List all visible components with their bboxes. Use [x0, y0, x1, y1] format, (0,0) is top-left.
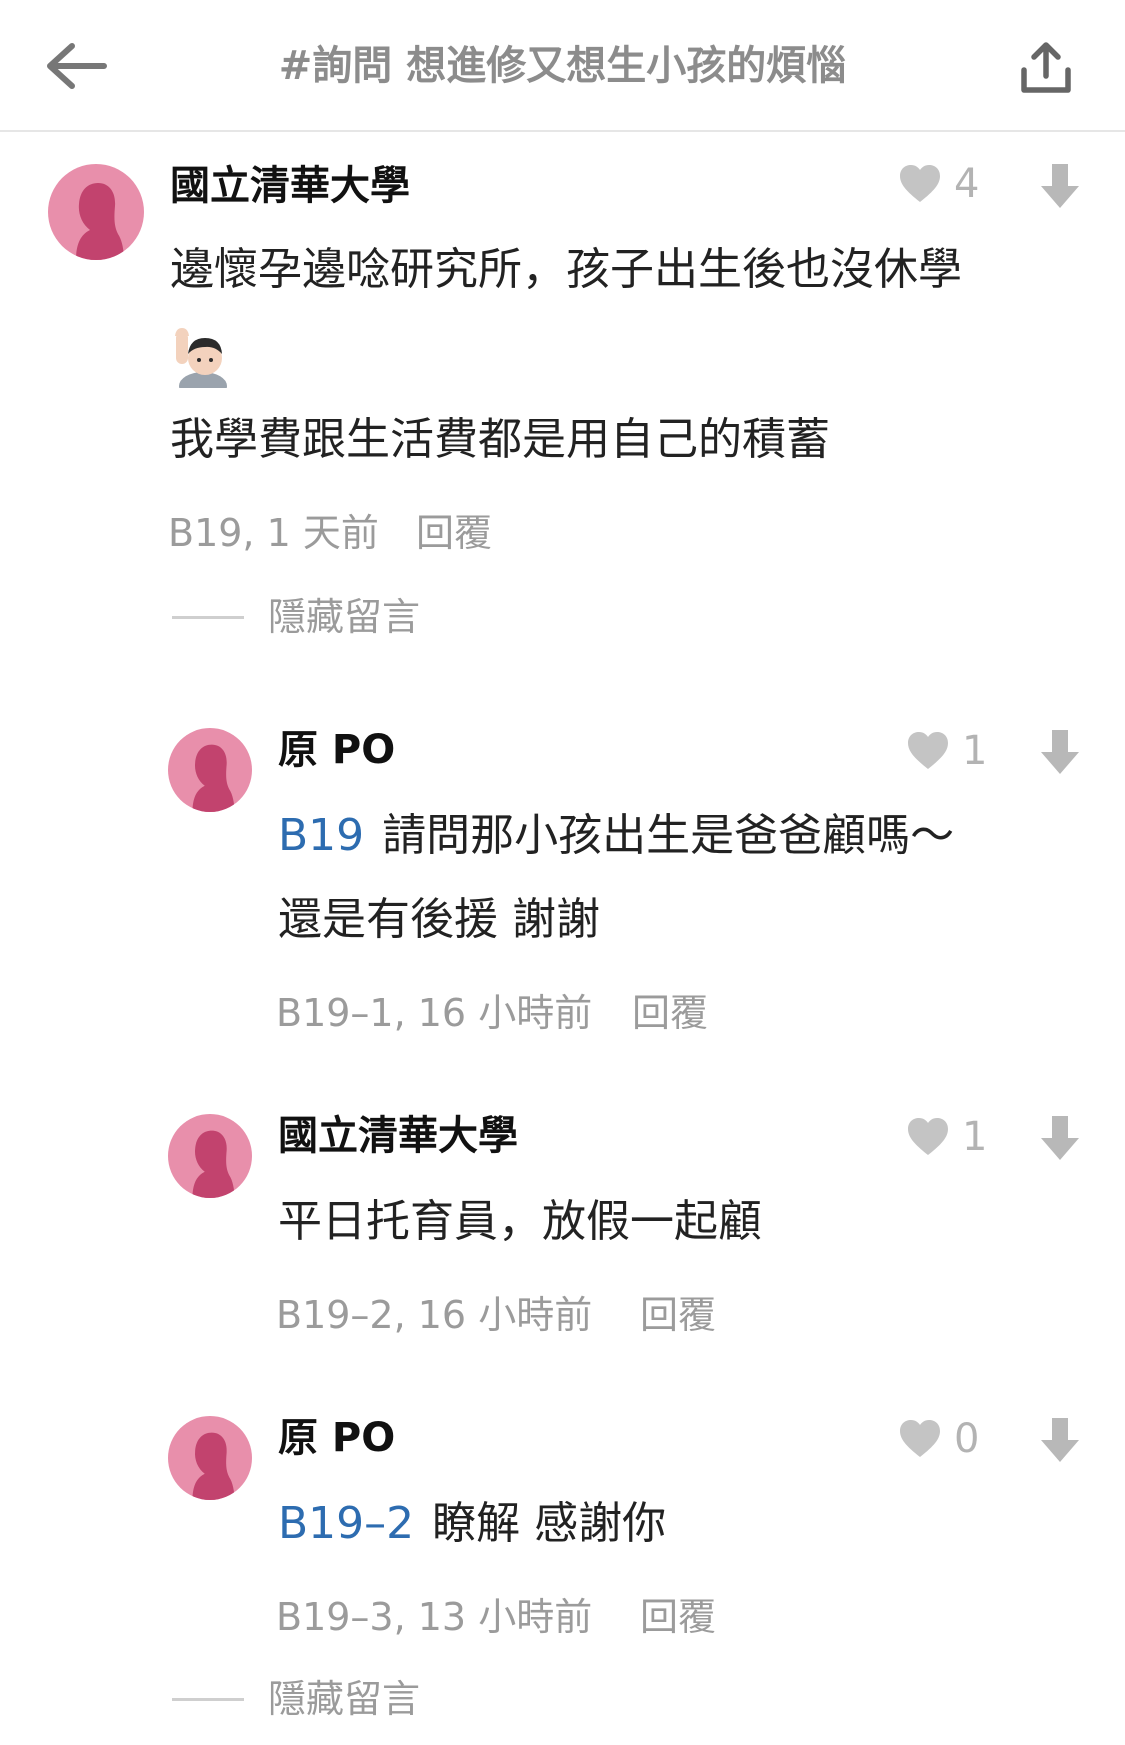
top-bar: #詢問 想進修又想生小孩的煩惱	[0, 0, 1125, 132]
avatar-silhouette-icon	[192, 1130, 235, 1198]
hide-comments-label: 隱藏留言	[268, 1677, 421, 1721]
divider-line	[172, 615, 244, 619]
comment-meta: B19, 1 天前	[168, 511, 379, 555]
avatar[interactable]	[168, 1416, 252, 1500]
comment-author[interactable]: 原 PO	[278, 722, 395, 778]
share-button[interactable]	[1010, 32, 1082, 104]
hide-comments-toggle[interactable]: 隱藏留言	[172, 592, 420, 642]
comment-body-text: 瞭解 感謝你	[432, 1498, 667, 1549]
heart-icon	[908, 1118, 948, 1155]
dislike-button[interactable]	[1034, 724, 1086, 780]
mention-link[interactable]: B19–2	[278, 1498, 414, 1549]
reply-button[interactable]: 回覆	[640, 1592, 716, 1642]
like-button[interactable]: 4	[898, 160, 979, 208]
arrow-down-icon	[1041, 164, 1079, 208]
comment-body-line: 還是有後援 謝謝	[278, 894, 600, 945]
avatar-silhouette-icon	[76, 183, 124, 260]
comment-body-line: 我學費跟生活費都是用自己的積蓄	[170, 414, 830, 465]
mention-link[interactable]: B19	[278, 810, 364, 861]
page-title: #詢問 想進修又想生小孩的煩惱	[278, 43, 847, 89]
avatar-silhouette-icon	[192, 744, 235, 812]
comment-meta: B19–3, 13 小時前	[276, 1595, 593, 1639]
avatar[interactable]	[168, 1114, 252, 1198]
like-count: 0	[954, 1416, 980, 1462]
dislike-button[interactable]	[1034, 1412, 1086, 1468]
like-button[interactable]: 1	[906, 1113, 987, 1161]
comment-meta: B19–2, 16 小時前	[276, 1293, 593, 1337]
reply-button[interactable]: 回覆	[640, 1290, 716, 1340]
divider-line	[172, 1697, 244, 1701]
comment-body-line: B19–2 瞭解 感謝你	[278, 1482, 666, 1566]
dislike-button[interactable]	[1034, 1110, 1086, 1166]
avatar-silhouette-icon	[192, 1432, 235, 1500]
reply-button[interactable]: 回覆	[632, 988, 708, 1038]
avatar[interactable]	[48, 164, 144, 260]
arrow-down-icon	[1041, 1418, 1079, 1462]
comment-body-line: B19 請問那小孩出生是爸爸顧嗎～	[278, 794, 954, 878]
back-button[interactable]	[40, 36, 112, 96]
reply-button[interactable]: 回覆	[416, 508, 492, 558]
arrow-down-icon	[1041, 1116, 1079, 1160]
like-count: 1	[962, 728, 988, 774]
share-icon	[1021, 42, 1071, 93]
comment-author[interactable]: 國立清華大學	[170, 158, 410, 214]
like-count: 1	[962, 1114, 988, 1160]
comment-body-text: 請問那小孩出生是爸爸顧嗎～	[382, 810, 955, 861]
hide-comments-label: 隱藏留言	[268, 595, 421, 639]
heart-icon	[908, 732, 948, 769]
comment-author[interactable]: 原 PO	[278, 1410, 395, 1466]
hide-comments-toggle[interactable]: 隱藏留言	[172, 1674, 420, 1724]
back-arrow-icon	[47, 43, 107, 89]
like-button[interactable]: 0	[898, 1415, 979, 1463]
heart-icon	[900, 165, 940, 202]
dislike-button[interactable]	[1034, 158, 1086, 214]
arrow-down-icon	[1041, 730, 1079, 774]
like-count: 4	[954, 161, 980, 207]
avatar[interactable]	[168, 728, 252, 812]
comment-body-line: 邊懷孕邊唸研究所，孩子出生後也沒休學	[170, 244, 962, 295]
like-button[interactable]: 1	[906, 727, 987, 775]
person-raising-hand-emoji-icon	[175, 328, 227, 388]
comment-meta: B19–1, 16 小時前	[276, 991, 593, 1035]
heart-icon	[900, 1420, 940, 1457]
comment-author[interactable]: 國立清華大學	[278, 1108, 518, 1164]
comment-body-line: 平日托育員，放假一起顧	[278, 1196, 762, 1247]
